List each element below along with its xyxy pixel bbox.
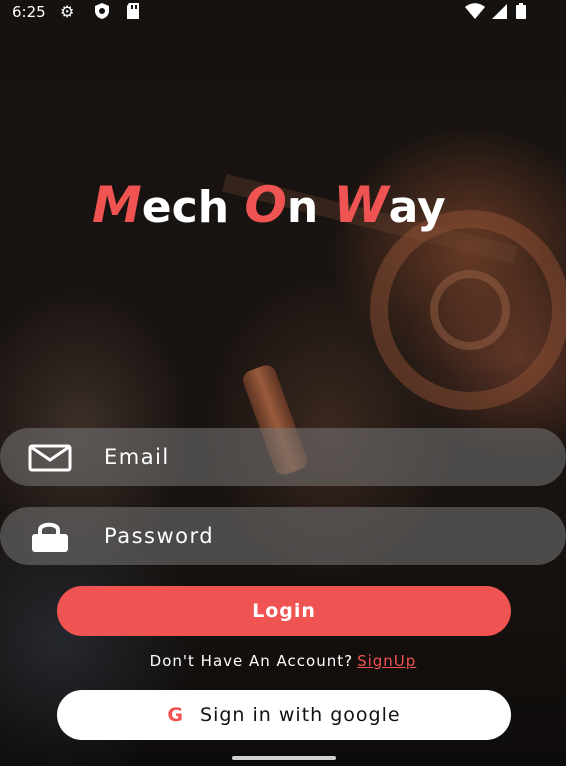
status-time: 6:25 <box>12 3 46 21</box>
lock-icon <box>28 521 74 552</box>
email-input[interactable] <box>102 436 536 478</box>
login-button[interactable]: Login <box>57 586 511 636</box>
google-icon: G <box>167 704 185 726</box>
background-photo-detail <box>430 270 510 350</box>
signup-link[interactable]: SignUp <box>357 652 416 670</box>
logo-letter: M <box>92 176 142 234</box>
app-logo: Mech On Way <box>92 176 492 246</box>
no-account-text: Don't Have An Account? <box>149 652 354 670</box>
google-signin-button[interactable]: G Sign in with google <box>57 690 511 740</box>
logo-letter: W <box>333 176 389 234</box>
battery-icon <box>515 2 527 24</box>
sd-card-icon <box>125 2 141 24</box>
envelope-icon <box>28 442 74 472</box>
status-bar: 6:25 ⚙ <box>0 0 566 24</box>
signal-icon <box>490 2 508 24</box>
google-signin-label: Sign in with google <box>200 704 401 726</box>
email-field-container <box>0 428 566 486</box>
logo-text: ay <box>388 182 446 233</box>
logo-letter: O <box>244 176 287 234</box>
logo-text: n <box>286 182 319 233</box>
shield-icon <box>93 2 111 24</box>
password-field-container <box>0 507 566 565</box>
logo-text: ech <box>141 182 230 233</box>
wifi-icon <box>464 2 486 24</box>
gear-icon: ⚙ <box>60 2 75 21</box>
home-indicator[interactable] <box>232 756 336 760</box>
password-input[interactable] <box>102 515 536 557</box>
signup-prompt: Don't Have An Account? SignUp <box>0 652 566 670</box>
